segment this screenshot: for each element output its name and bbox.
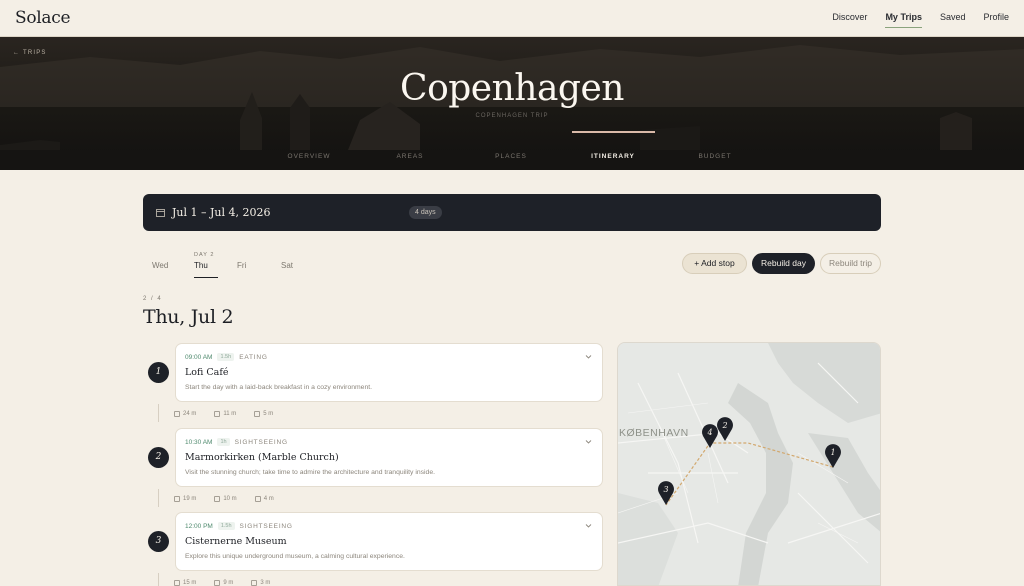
stop-category: SIGHTSEEING [234,438,288,446]
transit-icon [214,411,221,417]
stop-card[interactable]: 12:00 PM 1.5h SIGHTSEEING Cisternerne Mu… [175,512,603,571]
car-icon [251,580,258,586]
walk-time: 19 m [174,496,196,502]
car-time: 4 m [254,496,274,502]
active-day-indicator [194,277,218,278]
map-canvas[interactable]: 4 2 1 3 [618,343,881,586]
transit-time: 10 m [214,496,237,502]
stop-card[interactable]: 09:00 AM 1.5h EATING Lofi Café Start the… [175,343,603,402]
stop-meta: 09:00 AM 1.5h EATING [185,353,268,361]
walk-icon [174,411,180,417]
stop-name: Marmorkirken (Marble Church) [185,452,339,463]
trip-hero: ← TRIPS Copenhagen COPENHAGEN TRIP OVERV… [0,37,1024,170]
add-stop-button[interactable]: + Add stop [682,253,747,274]
back-to-trips-link[interactable]: ← TRIPS [13,50,47,56]
trip-date-range: Jul 1 – Jul 4, 2026 [172,206,271,219]
stop-time: 10:30 AM [185,438,213,446]
trip-subtitle: COPENHAGEN TRIP [475,113,549,119]
chevron-down-icon[interactable] [585,353,592,360]
car-time: 5 m [254,411,273,417]
stop-duration: 1h [217,438,230,446]
svg-text:4: 4 [706,428,712,437]
day-heading: Thu, Jul 2 [143,306,234,328]
stop-number-badge: 1 [148,362,169,383]
tab-overview[interactable]: OVERVIEW [288,153,331,160]
stop-name: Cisternerne Museum [185,536,287,547]
tab-places[interactable]: PLACES [495,153,527,160]
stop-duration: 1.5h [217,353,235,361]
travel-times: 15 m 9 m 3 m [174,580,270,586]
stop-meta: 10:30 AM 1h SIGHTSEEING [185,438,288,446]
walk-time: 15 m [174,580,196,586]
car-icon [254,411,261,417]
nav-links: Discover My Trips Saved Profile [814,12,1009,28]
walk-icon [174,580,180,586]
transit-time: 9 m [214,580,233,586]
car-icon [254,496,261,502]
stop-time: 12:00 PM [185,522,213,530]
stop-card[interactable]: 10:30 AM 1h SIGHTSEEING Marmorkirken (Ma… [175,428,603,487]
stop-description: Explore this unique underground museum, … [185,553,405,560]
travel-times: 24 m 11 m 5 m [174,411,273,417]
stop-duration: 1.5h [217,522,235,530]
nav-item-profile[interactable]: Profile [983,12,1009,22]
transit-icon [214,580,221,586]
stop-time: 09:00 AM [185,353,213,361]
calendar-icon [156,209,165,217]
day-route-map[interactable]: 4 2 1 3 KØBENHAVN [617,342,881,586]
trip-tabs: OVERVIEW AREAS PLACES ITINERARY BUDGET [0,149,1024,170]
day-counter: 2 / 4 [143,296,163,302]
day-tab-fri[interactable]: Fri [237,261,246,270]
trip-title: Copenhagen [400,68,624,109]
stop-meta: 12:00 PM 1.5h SIGHTSEEING [185,522,293,530]
back-link-label: TRIPS [22,50,47,56]
svg-text:3: 3 [663,485,668,494]
nav-item-saved[interactable]: Saved [940,12,966,22]
nav-item-my-trips[interactable]: My Trips [885,12,922,28]
tab-areas[interactable]: AREAS [396,153,423,160]
svg-text:2: 2 [721,421,727,430]
app-logo[interactable]: Solace [15,8,71,28]
chevron-down-icon[interactable] [585,522,592,529]
stop-description: Visit the stunning church; take time to … [185,469,435,476]
travel-times: 19 m 10 m 4 m [174,496,274,502]
svg-text:1: 1 [830,448,835,457]
rebuild-day-button[interactable]: Rebuild day [752,253,815,274]
car-time: 3 m [251,580,270,586]
map-city-label: KØBENHAVN [619,427,689,439]
stop-number-badge: 2 [148,447,169,468]
day-tab-wed[interactable]: Wed [152,261,168,270]
day-tab-kicker: DAY 2 [194,252,215,258]
transit-icon [214,496,221,502]
walk-icon [174,496,180,502]
active-tab-indicator [572,131,655,133]
stop-category: SIGHTSEEING [239,522,293,530]
transit-time: 11 m [214,411,236,417]
stop-connector [158,573,159,586]
stop-name: Lofi Café [185,367,229,378]
tab-itinerary[interactable]: ITINERARY [591,153,635,160]
stop-connector [158,404,159,422]
stop-description: Start the day with a laid-back breakfast… [185,384,373,391]
stop-number-badge: 3 [148,531,169,552]
trip-date-bar[interactable]: Jul 1 – Jul 4, 2026 4 days [143,194,881,231]
rebuild-trip-button[interactable]: Rebuild trip [820,253,881,274]
stop-category: EATING [239,353,268,361]
nav-item-discover[interactable]: Discover [832,12,867,22]
chevron-down-icon[interactable] [585,438,592,445]
stop-connector [158,489,159,507]
top-nav: Solace Discover My Trips Saved Profile [0,0,1024,37]
trip-duration-badge: 4 days [409,206,442,219]
tab-budget[interactable]: BUDGET [698,153,731,160]
day-tab-thu[interactable]: Thu [194,261,208,270]
walk-time: 24 m [174,411,196,417]
day-tab-sat[interactable]: Sat [281,261,293,270]
